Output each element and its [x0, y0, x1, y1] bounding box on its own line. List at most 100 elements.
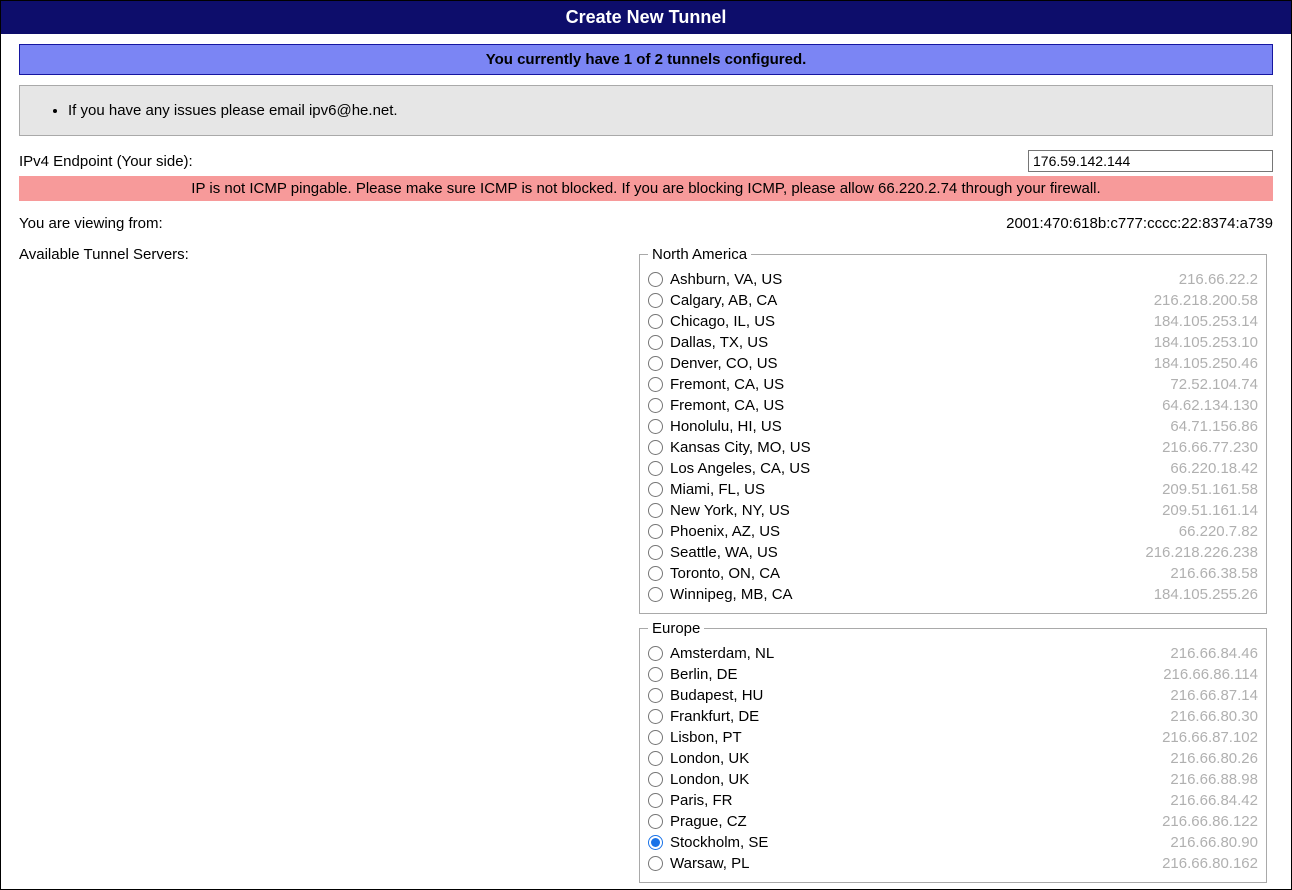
server-ip: 216.66.22.2 [1179, 269, 1258, 290]
viewing-from-row: You are viewing from: 2001:470:618b:c777… [19, 215, 1273, 232]
server-ip: 184.105.250.46 [1154, 353, 1258, 374]
server-radio[interactable] [648, 646, 663, 661]
server-radio-cell [648, 482, 670, 497]
server-radio-cell [648, 566, 670, 581]
server-radio[interactable] [648, 688, 663, 703]
server-ip: 216.66.38.58 [1170, 563, 1258, 584]
server-radio[interactable] [648, 293, 663, 308]
server-row: Denver, CO, US 184.105.250.46 [648, 353, 1258, 374]
server-row: Phoenix, AZ, US66.220.7.82 [648, 521, 1258, 542]
notice-box: If you have any issues please email ipv6… [19, 85, 1273, 136]
server-radio[interactable] [648, 335, 663, 350]
region-fieldset: EuropeAmsterdam, NL216.66.84.46Berlin, D… [639, 620, 1267, 883]
server-row: Amsterdam, NL216.66.84.46 [648, 643, 1258, 664]
server-radio[interactable] [648, 524, 663, 539]
server-radio[interactable] [648, 566, 663, 581]
server-city: Paris, FR [670, 790, 733, 811]
server-radio[interactable] [648, 856, 663, 871]
server-radio-cell [648, 293, 670, 308]
server-ip: 216.66.88.98 [1170, 769, 1258, 790]
server-radio-cell [648, 835, 670, 850]
server-radio-cell [648, 440, 670, 455]
server-radio[interactable] [648, 461, 663, 476]
server-radio-cell [648, 751, 670, 766]
server-ip: 216.66.84.42 [1170, 790, 1258, 811]
server-city: London, UK [670, 769, 749, 790]
server-radio-cell [648, 646, 670, 661]
server-city: Phoenix, AZ, US [670, 521, 780, 542]
server-radio-cell [648, 545, 670, 560]
server-ip: 184.105.255.26 [1154, 584, 1258, 605]
server-ip: 216.66.80.30 [1170, 706, 1258, 727]
server-row: London, UK 216.66.88.98 [648, 769, 1258, 790]
server-radio[interactable] [648, 772, 663, 787]
server-city: Miami, FL, US [670, 479, 765, 500]
server-radio[interactable] [648, 377, 663, 392]
server-radio[interactable] [648, 793, 663, 808]
server-radio[interactable] [648, 503, 663, 518]
server-row: Calgary, AB, CA216.218.200.58 [648, 290, 1258, 311]
server-row: Budapest, HU216.66.87.14 [648, 685, 1258, 706]
server-city: Amsterdam, NL [670, 643, 774, 664]
server-city: Frankfurt, DE [670, 706, 759, 727]
viewing-from-label: You are viewing from: [19, 215, 1006, 232]
server-city: New York, NY, US [670, 500, 790, 521]
server-row: Prague, CZ216.66.86.122 [648, 811, 1258, 832]
server-city: Denver, CO, US [670, 353, 778, 374]
server-city: Calgary, AB, CA [670, 290, 777, 311]
server-row: Los Angeles, CA, US66.220.18.42 [648, 458, 1258, 479]
server-radio[interactable] [648, 751, 663, 766]
server-city: Kansas City, MO, US [670, 437, 811, 458]
server-ip: 209.51.161.14 [1162, 500, 1258, 521]
server-ip: 216.66.80.90 [1170, 832, 1258, 853]
server-row: Kansas City, MO, US 216.66.77.230 [648, 437, 1258, 458]
server-radio[interactable] [648, 545, 663, 560]
server-radio[interactable] [648, 814, 663, 829]
server-row: New York, NY, US 209.51.161.14 [648, 500, 1258, 521]
server-radio[interactable] [648, 314, 663, 329]
server-ip: 64.62.134.130 [1162, 395, 1258, 416]
server-city: Fremont, CA, US [670, 395, 784, 416]
server-ip: 216.66.77.230 [1162, 437, 1258, 458]
server-city: Winnipeg, MB, CA [670, 584, 793, 605]
server-radio[interactable] [648, 730, 663, 745]
server-radio[interactable] [648, 835, 663, 850]
server-radio[interactable] [648, 587, 663, 602]
region-legend: Europe [648, 620, 704, 637]
server-city: Seattle, WA, US [670, 542, 778, 563]
server-radio[interactable] [648, 709, 663, 724]
server-radio[interactable] [648, 482, 663, 497]
notice-list: If you have any issues please email ipv6… [68, 102, 1262, 119]
server-radio[interactable] [648, 419, 663, 434]
server-ip: 216.66.80.162 [1162, 853, 1258, 874]
tunnel-servers-section: Available Tunnel Servers: North AmericaA… [19, 246, 1273, 889]
server-radio-cell [648, 709, 670, 724]
server-radio-cell [648, 524, 670, 539]
server-ip: 184.105.253.10 [1154, 332, 1258, 353]
ipv4-endpoint-input[interactable] [1028, 150, 1273, 172]
ipv4-endpoint-row: IPv4 Endpoint (Your side): [19, 150, 1273, 172]
viewing-from-value: 2001:470:618b:c777:cccc:22:8374:a739 [1006, 215, 1273, 232]
server-row: Seattle, WA, US216.218.226.238 [648, 542, 1258, 563]
tunnel-count-banner: You currently have 1 of 2 tunnels config… [19, 44, 1273, 75]
server-city: Budapest, HU [670, 685, 763, 706]
server-radio-cell [648, 335, 670, 350]
server-radio[interactable] [648, 667, 663, 682]
server-city: London, UK [670, 748, 749, 769]
server-radio-cell [648, 419, 670, 434]
server-radio[interactable] [648, 398, 663, 413]
server-ip: 216.66.86.114 [1163, 664, 1258, 685]
server-ip: 216.66.87.102 [1162, 727, 1258, 748]
server-radio[interactable] [648, 356, 663, 371]
server-radio-cell [648, 856, 670, 871]
server-row: Miami, FL, US 209.51.161.58 [648, 479, 1258, 500]
server-radio[interactable] [648, 440, 663, 455]
server-ip: 209.51.161.58 [1162, 479, 1258, 500]
server-radio-cell [648, 793, 670, 808]
notice-item: If you have any issues please email ipv6… [68, 102, 1262, 119]
server-ip: 64.71.156.86 [1170, 416, 1258, 437]
server-radio[interactable] [648, 272, 663, 287]
server-row: Warsaw, PL216.66.80.162 [648, 853, 1258, 874]
server-row: Lisbon, PT216.66.87.102 [648, 727, 1258, 748]
content-area: You currently have 1 of 2 tunnels config… [1, 34, 1291, 889]
